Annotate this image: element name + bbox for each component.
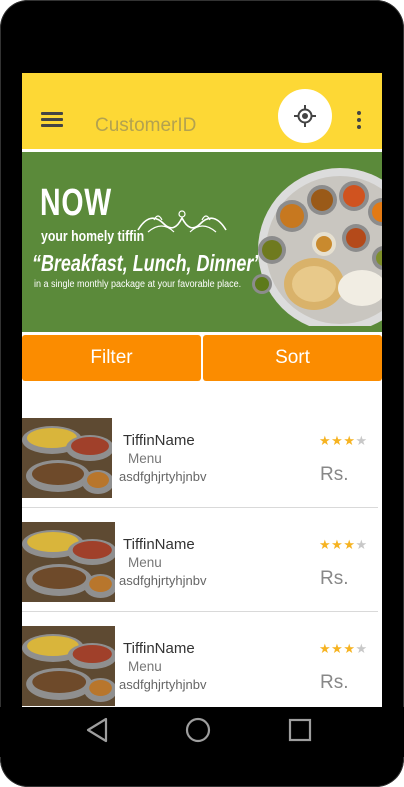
filter-button[interactable]: Filter <box>22 335 201 381</box>
price-label: Rs. <box>320 464 349 485</box>
back-triangle-icon[interactable] <box>84 716 110 744</box>
filter-sort-bar: Filter Sort <box>22 335 382 383</box>
rating-stars: ★★★★ <box>319 433 368 449</box>
promo-banner[interactable]: NOW your homely tiffin “Breakfast, Lunch… <box>22 152 382 332</box>
price-label: Rs. <box>320 672 349 693</box>
menu-label: Menu <box>128 451 162 466</box>
menu-label: Menu <box>128 659 162 674</box>
menu-description: asdfghjrtyhjnbv <box>119 677 207 692</box>
tiffin-thumbnail <box>22 522 115 602</box>
tiffin-thumbnail <box>22 626 115 706</box>
my-location-icon <box>294 105 316 127</box>
hamburger-icon[interactable] <box>41 112 63 128</box>
star-icon: ★ <box>331 433 344 448</box>
menu-description: asdfghjrtyhjnbv <box>119 469 207 484</box>
rating-stars: ★★★★ <box>319 641 368 657</box>
thali-plate-image <box>252 168 382 326</box>
list-item[interactable]: TiffinName Menu asdfghjrtyhjnbv ★★★★ Rs. <box>22 507 378 612</box>
tiffin-name: TiffinName <box>123 432 195 449</box>
phone-frame: CustomerID NOW your homely tiffin “Break… <box>0 0 404 787</box>
app-bar: CustomerID <box>22 73 382 149</box>
list-item[interactable]: TiffinName Menu asdfghjrtyhjnbv ★★★★ Rs. <box>22 611 378 707</box>
banner-smallprint: in a single monthly package at your favo… <box>34 279 242 290</box>
locate-button[interactable] <box>278 89 332 143</box>
star-icon: ★ <box>343 433 356 448</box>
banner-subline: your homely tiffin <box>41 228 145 245</box>
star-icon: ★ <box>355 537 368 552</box>
star-icon: ★ <box>343 537 356 552</box>
menu-label: Menu <box>128 555 162 570</box>
app-screen: CustomerID NOW your homely tiffin “Break… <box>22 73 382 707</box>
ornament-icon <box>137 210 227 233</box>
star-icon: ★ <box>355 641 368 656</box>
star-icon: ★ <box>331 537 344 552</box>
app-title: CustomerID <box>95 115 197 136</box>
tiffin-thumbnail <box>22 418 112 498</box>
more-vert-icon[interactable] <box>356 111 362 131</box>
tiffin-name: TiffinName <box>123 536 195 553</box>
home-circle-icon[interactable] <box>184 716 212 744</box>
star-icon: ★ <box>319 641 332 656</box>
star-icon: ★ <box>319 433 332 448</box>
price-label: Rs. <box>320 568 349 589</box>
list-item[interactable]: TiffinName Menu asdfghjrtyhjnbv ★★★★ Rs. <box>22 403 378 508</box>
star-icon: ★ <box>355 433 368 448</box>
banner-tagline: “Breakfast, Lunch, Dinner” <box>32 250 263 276</box>
tiffin-name: TiffinName <box>123 640 195 657</box>
star-icon: ★ <box>319 537 332 552</box>
star-icon: ★ <box>343 641 356 656</box>
rating-stars: ★★★★ <box>319 537 368 553</box>
system-nav-bar <box>0 707 404 757</box>
star-icon: ★ <box>331 641 344 656</box>
recents-square-icon[interactable] <box>287 716 313 744</box>
banner-headline: NOW <box>40 182 112 224</box>
sort-button[interactable]: Sort <box>203 335 382 381</box>
menu-description: asdfghjrtyhjnbv <box>119 573 207 588</box>
